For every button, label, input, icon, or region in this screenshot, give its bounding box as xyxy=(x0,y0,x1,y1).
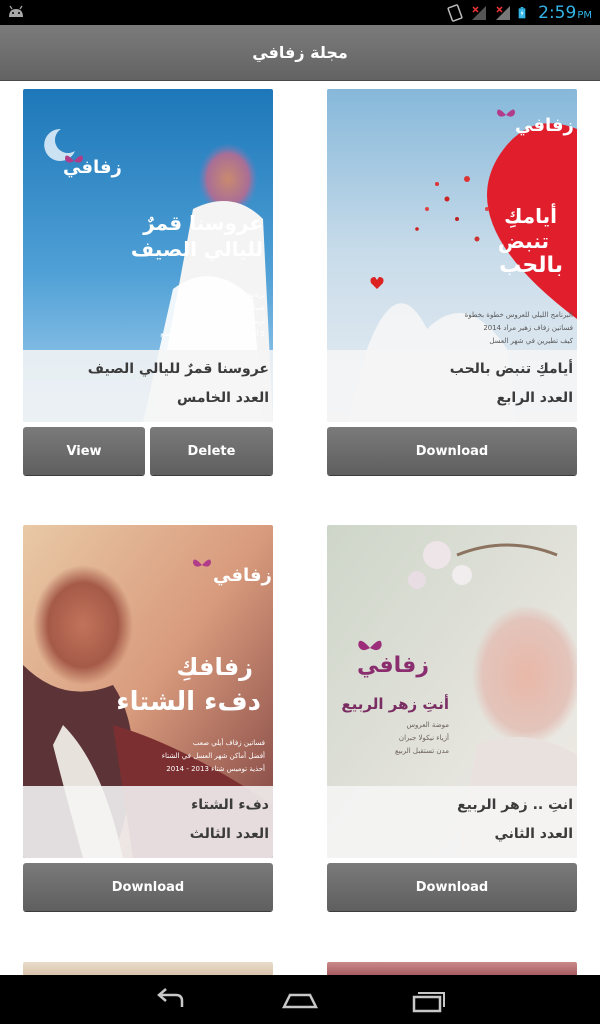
navigation-bar xyxy=(0,975,600,1024)
issues-grid[interactable]: زفافي عروسنا قمرٌ لليالي الصيف برنامج ال… xyxy=(0,82,600,975)
issue-title: أيامكِ تنبض بالحب xyxy=(449,361,573,377)
cover-line: 5 أمور مهمة لقضاء شهر عسل ممتع xyxy=(160,330,265,338)
issue-title: دفء الشتاء xyxy=(191,797,269,813)
issue-cover[interactable]: زفافي عروسنا قمرٌ لليالي الصيف برنامج ال… xyxy=(23,89,273,422)
cover-line: موضة العروس xyxy=(406,721,449,729)
cover-logo: زفافي xyxy=(213,565,272,586)
back-icon[interactable] xyxy=(152,985,192,1015)
issue-cover[interactable]: زفافي زفافكِ دفء الشتاء فساتين زفاف أيلي… xyxy=(23,525,273,858)
cover-line: لربيع وصيف 2014 xyxy=(210,317,265,325)
issue-number: العدد الثالث xyxy=(189,826,269,842)
cover-heading-2: لليالي الصيف xyxy=(130,237,263,261)
cover-logo: زفافي xyxy=(515,115,574,136)
cover-line: أحذية توميس شتاء 2013 - 2014 xyxy=(166,765,265,773)
cover-heading-1: أيامكِ xyxy=(504,204,557,228)
clock: 2:59PM xyxy=(538,3,592,23)
cover-heading-2: تنبض xyxy=(497,229,549,253)
clock-time: 2:59 xyxy=(538,2,577,23)
issue-caption: عروسنا قمرٌ لليالي الصيف العدد الخامس xyxy=(23,350,273,422)
issue-caption: دفء الشتاء العدد الثالث xyxy=(23,786,273,858)
issue-title: عروسنا قمرٌ لليالي الصيف xyxy=(87,361,269,377)
cover-line: فساتين زفاف زهير مراد 2014 xyxy=(483,324,573,332)
cover-lines: البرنامج الليلي للعروس خطوة بخطوة فساتين… xyxy=(413,309,573,348)
cover-line: أفضل أماكن شهر العسل في الشتاء xyxy=(161,752,265,760)
cover-logo: زفافي xyxy=(357,653,429,678)
cover-line: مدن تستقبل الربيع xyxy=(394,747,449,755)
issue-title: انتِ .. زهر الربيع xyxy=(457,797,573,813)
action-bar: مجلة زفافي xyxy=(0,25,600,81)
signal-icon xyxy=(496,5,511,20)
cover-heading-1: أنتِ زهر الربيع xyxy=(341,695,449,713)
cover-lines: برنامج العناية بشعر العروس فساتين زفاف ب… xyxy=(135,289,265,341)
issue-cover-partial[interactable] xyxy=(23,962,273,975)
cover-line: البرنامج الليلي للعروس خطوة بخطوة xyxy=(464,311,573,319)
issue-number: العدد الثاني xyxy=(494,826,573,842)
issue-number: العدد الخامس xyxy=(177,390,269,406)
issue-cover[interactable]: زفافي أيامكِ تنبض بالحب البرنامج الليلي … xyxy=(327,89,577,422)
rotation-lock-icon xyxy=(447,3,463,22)
recent-apps-icon[interactable] xyxy=(408,985,448,1015)
home-icon[interactable] xyxy=(280,985,320,1015)
cover-line: فساتين زفاف باستل سوداء xyxy=(185,304,265,312)
delete-button[interactable]: Delete xyxy=(150,427,273,475)
cover-line: كيف تطيرين في شهر العسل xyxy=(489,337,573,345)
cover-line: برنامج العناية بشعر العروس xyxy=(184,291,265,299)
cover-heading-3: بالحب xyxy=(499,253,563,278)
clock-ampm: PM xyxy=(577,9,592,21)
view-button[interactable]: View xyxy=(23,427,145,475)
cover-lines: فساتين زفاف أيلي صعب أفضل أماكن شهر العس… xyxy=(125,737,265,776)
no-signal-icon xyxy=(472,5,487,20)
cover-line: فساتين زفاف أيلي صعب xyxy=(192,739,265,747)
cover-lines: موضة العروس أزياء نيكولا جبران مدن تستقب… xyxy=(339,719,449,758)
issue-cover[interactable]: زفافي أنتِ زهر الربيع موضة العروس أزياء … xyxy=(327,525,577,858)
cover-heading-2: دفء الشتاء xyxy=(116,687,261,717)
issue-cover-partial[interactable] xyxy=(327,962,577,975)
download-button[interactable]: Download xyxy=(327,427,577,475)
issue-caption: أيامكِ تنبض بالحب العدد الرابع xyxy=(327,350,577,422)
status-bar: 2:59PM xyxy=(0,0,600,25)
butterfly-icon xyxy=(497,109,515,117)
android-icon xyxy=(9,5,23,17)
issue-caption: انتِ .. زهر الربيع العدد الثاني xyxy=(327,786,577,858)
download-button[interactable]: Download xyxy=(327,863,577,911)
battery-icon xyxy=(518,6,526,18)
download-button[interactable]: Download xyxy=(23,863,273,911)
app-title: مجلة زفافي xyxy=(252,43,348,62)
cover-heading-1: زفافكِ xyxy=(176,653,253,681)
issue-number: العدد الرابع xyxy=(496,390,574,406)
butterfly-icon xyxy=(193,559,211,567)
cover-line: أزياء نيكولا جبران xyxy=(398,734,449,742)
butterfly-icon xyxy=(65,155,83,163)
cover-heading-1: عروسنا قمرٌ xyxy=(143,211,263,235)
